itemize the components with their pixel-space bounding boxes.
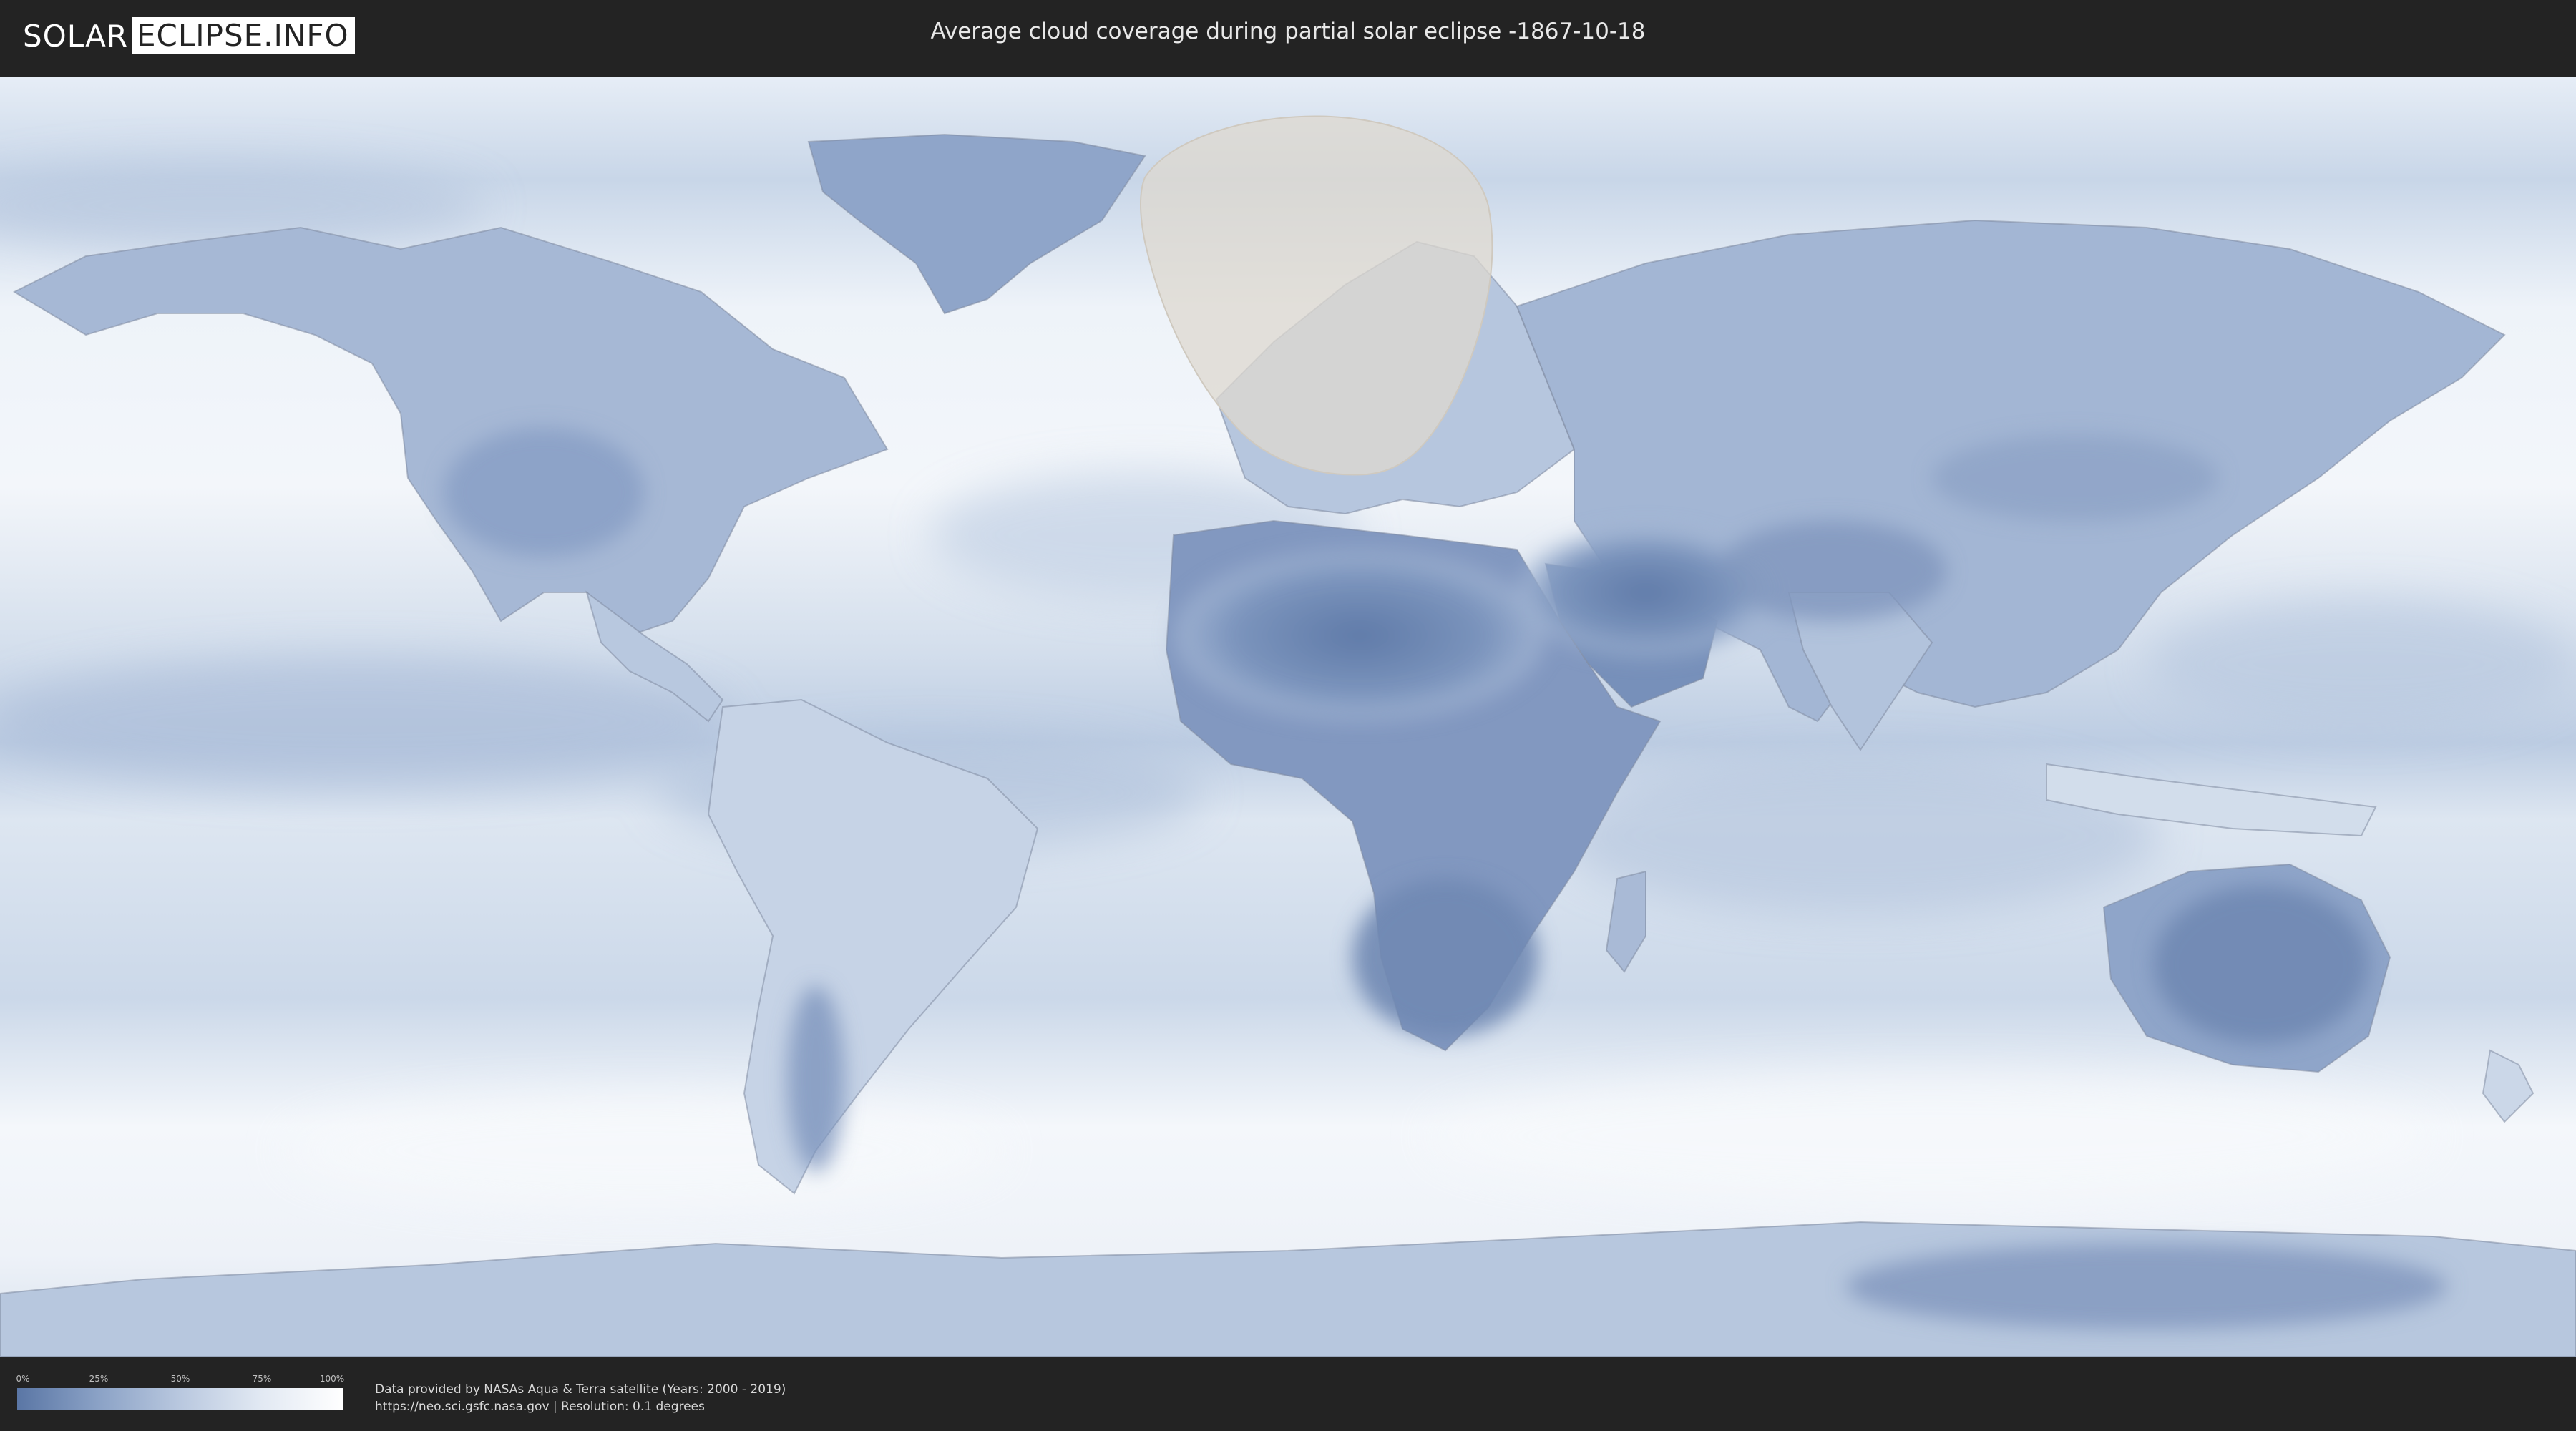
credits-line-1: Data provided by NASAs Aqua & Terra sate… xyxy=(375,1382,786,1397)
data-credits: Data provided by NASAs Aqua & Terra sate… xyxy=(375,1381,786,1415)
legend-ticks: 0% 25% 50% 75% 100% xyxy=(16,1374,345,1385)
legend-tick: 0% xyxy=(16,1374,30,1384)
page-title: Average cloud coverage during partial so… xyxy=(930,19,1646,44)
footer-bar: 0% 25% 50% 75% 100% Data provided by NAS… xyxy=(0,1357,2576,1431)
page: SOLAR ECLIPSE.INFO Average cloud coverag… xyxy=(0,0,2576,1431)
world-map-svg xyxy=(0,77,2576,1357)
header-bar: SOLAR ECLIPSE.INFO Average cloud coverag… xyxy=(0,0,2576,72)
legend-tick: 25% xyxy=(89,1374,109,1384)
legend-tick: 100% xyxy=(319,1374,345,1384)
cloud-coverage-map xyxy=(0,77,2576,1357)
legend-gradient-bar xyxy=(17,1388,343,1410)
credits-line-2: https://neo.sci.gsfc.nasa.gov | Resoluti… xyxy=(375,1400,705,1414)
legend-tick: 50% xyxy=(170,1374,190,1384)
legend-tick: 75% xyxy=(252,1374,272,1384)
cloud-coverage-legend: 0% 25% 50% 75% 100% xyxy=(16,1374,345,1414)
